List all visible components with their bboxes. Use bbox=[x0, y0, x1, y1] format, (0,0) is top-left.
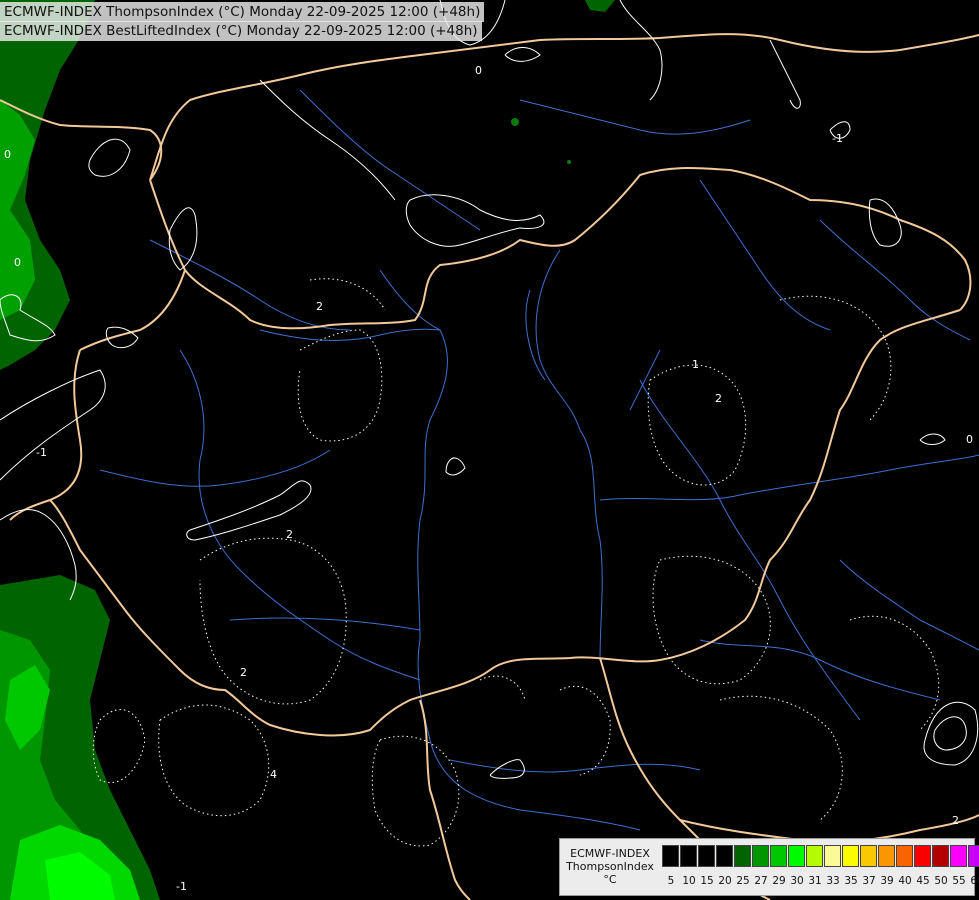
contour-label: 2 bbox=[952, 814, 959, 827]
contour-label: 2 bbox=[286, 528, 293, 541]
legend-tick-label: 31 bbox=[808, 875, 822, 887]
contour-label: 2 bbox=[240, 666, 247, 679]
legend-swatch bbox=[914, 845, 931, 867]
legend-tick-label: 60 bbox=[970, 875, 979, 887]
contour-label: 1 bbox=[692, 358, 699, 371]
legend-tick-label: 5 bbox=[667, 875, 675, 887]
legend-tick-label: 25 bbox=[736, 875, 750, 887]
legend-swatch bbox=[698, 845, 715, 867]
legend-swatch bbox=[734, 845, 751, 867]
legend-tick-label: 55 bbox=[952, 875, 966, 887]
legend-swatch bbox=[968, 845, 979, 867]
legend-swatch bbox=[896, 845, 913, 867]
legend-swatch bbox=[680, 845, 697, 867]
legend-swatch bbox=[662, 845, 679, 867]
legend-parameter: ThompsonIndex bbox=[566, 860, 654, 873]
legend-swatch bbox=[716, 845, 733, 867]
contour-label: 0 bbox=[475, 64, 482, 77]
legend-tick-label: 37 bbox=[862, 875, 876, 887]
color-legend: ECMWF-INDEX ThompsonIndex °C 5 10 15 20 25 27… bbox=[559, 838, 979, 896]
legend-ticks: 5 10 15 20 25 27 29 30 31 33 35 37 39 40 45 50 55 60 bbox=[662, 875, 979, 889]
legend-tick-label: 15 bbox=[700, 875, 714, 887]
legend-swatch bbox=[860, 845, 877, 867]
contour-label: 0 bbox=[966, 433, 973, 446]
legend-swatch bbox=[878, 845, 895, 867]
legend-swatch bbox=[824, 845, 841, 867]
legend-tick-label: 33 bbox=[826, 875, 840, 887]
contour-label: 2 bbox=[316, 300, 323, 313]
weather-map: 0 0 0 -1 -1 2 2 2 2 2 4 1 0 -1 bbox=[0, 0, 979, 900]
legend-tick-label: 45 bbox=[916, 875, 930, 887]
contour-label: 0 bbox=[14, 256, 21, 269]
legend-tick-label: 10 bbox=[682, 875, 696, 887]
legend-swatch bbox=[932, 845, 949, 867]
contour-label: 2 bbox=[715, 392, 722, 405]
contour-label: -1 bbox=[36, 446, 47, 459]
legend-title: ECMWF-INDEX ThompsonIndex °C bbox=[562, 847, 658, 886]
map-title-line-2: ECMWF-INDEX BestLiftedIndex (°C) Monday … bbox=[0, 21, 482, 41]
legend-tick-label: 40 bbox=[898, 875, 912, 887]
legend-tick-label: 29 bbox=[772, 875, 786, 887]
legend-tick-label: 30 bbox=[790, 875, 804, 887]
legend-swatch bbox=[752, 845, 769, 867]
contour-label: -1 bbox=[176, 880, 187, 893]
legend-swatches bbox=[662, 845, 979, 867]
contour-label: -1 bbox=[832, 132, 843, 145]
legend-swatch bbox=[770, 845, 787, 867]
map-title-line-1: ECMWF-INDEX ThompsonIndex (°C) Monday 22… bbox=[0, 2, 485, 22]
contour-label: 0 bbox=[4, 148, 11, 161]
contour-label: 4 bbox=[270, 768, 277, 781]
legend-model: ECMWF-INDEX bbox=[570, 847, 650, 860]
legend-swatch bbox=[950, 845, 967, 867]
legend-swatch bbox=[788, 845, 805, 867]
legend-tick-label: 20 bbox=[718, 875, 732, 887]
legend-tick-label: 50 bbox=[934, 875, 948, 887]
legend-tick-label: 27 bbox=[754, 875, 768, 887]
legend-swatch bbox=[806, 845, 823, 867]
legend-swatch bbox=[842, 845, 859, 867]
legend-unit: °C bbox=[603, 873, 617, 886]
legend-tick-label: 35 bbox=[844, 875, 858, 887]
legend-tick-label: 39 bbox=[880, 875, 894, 887]
